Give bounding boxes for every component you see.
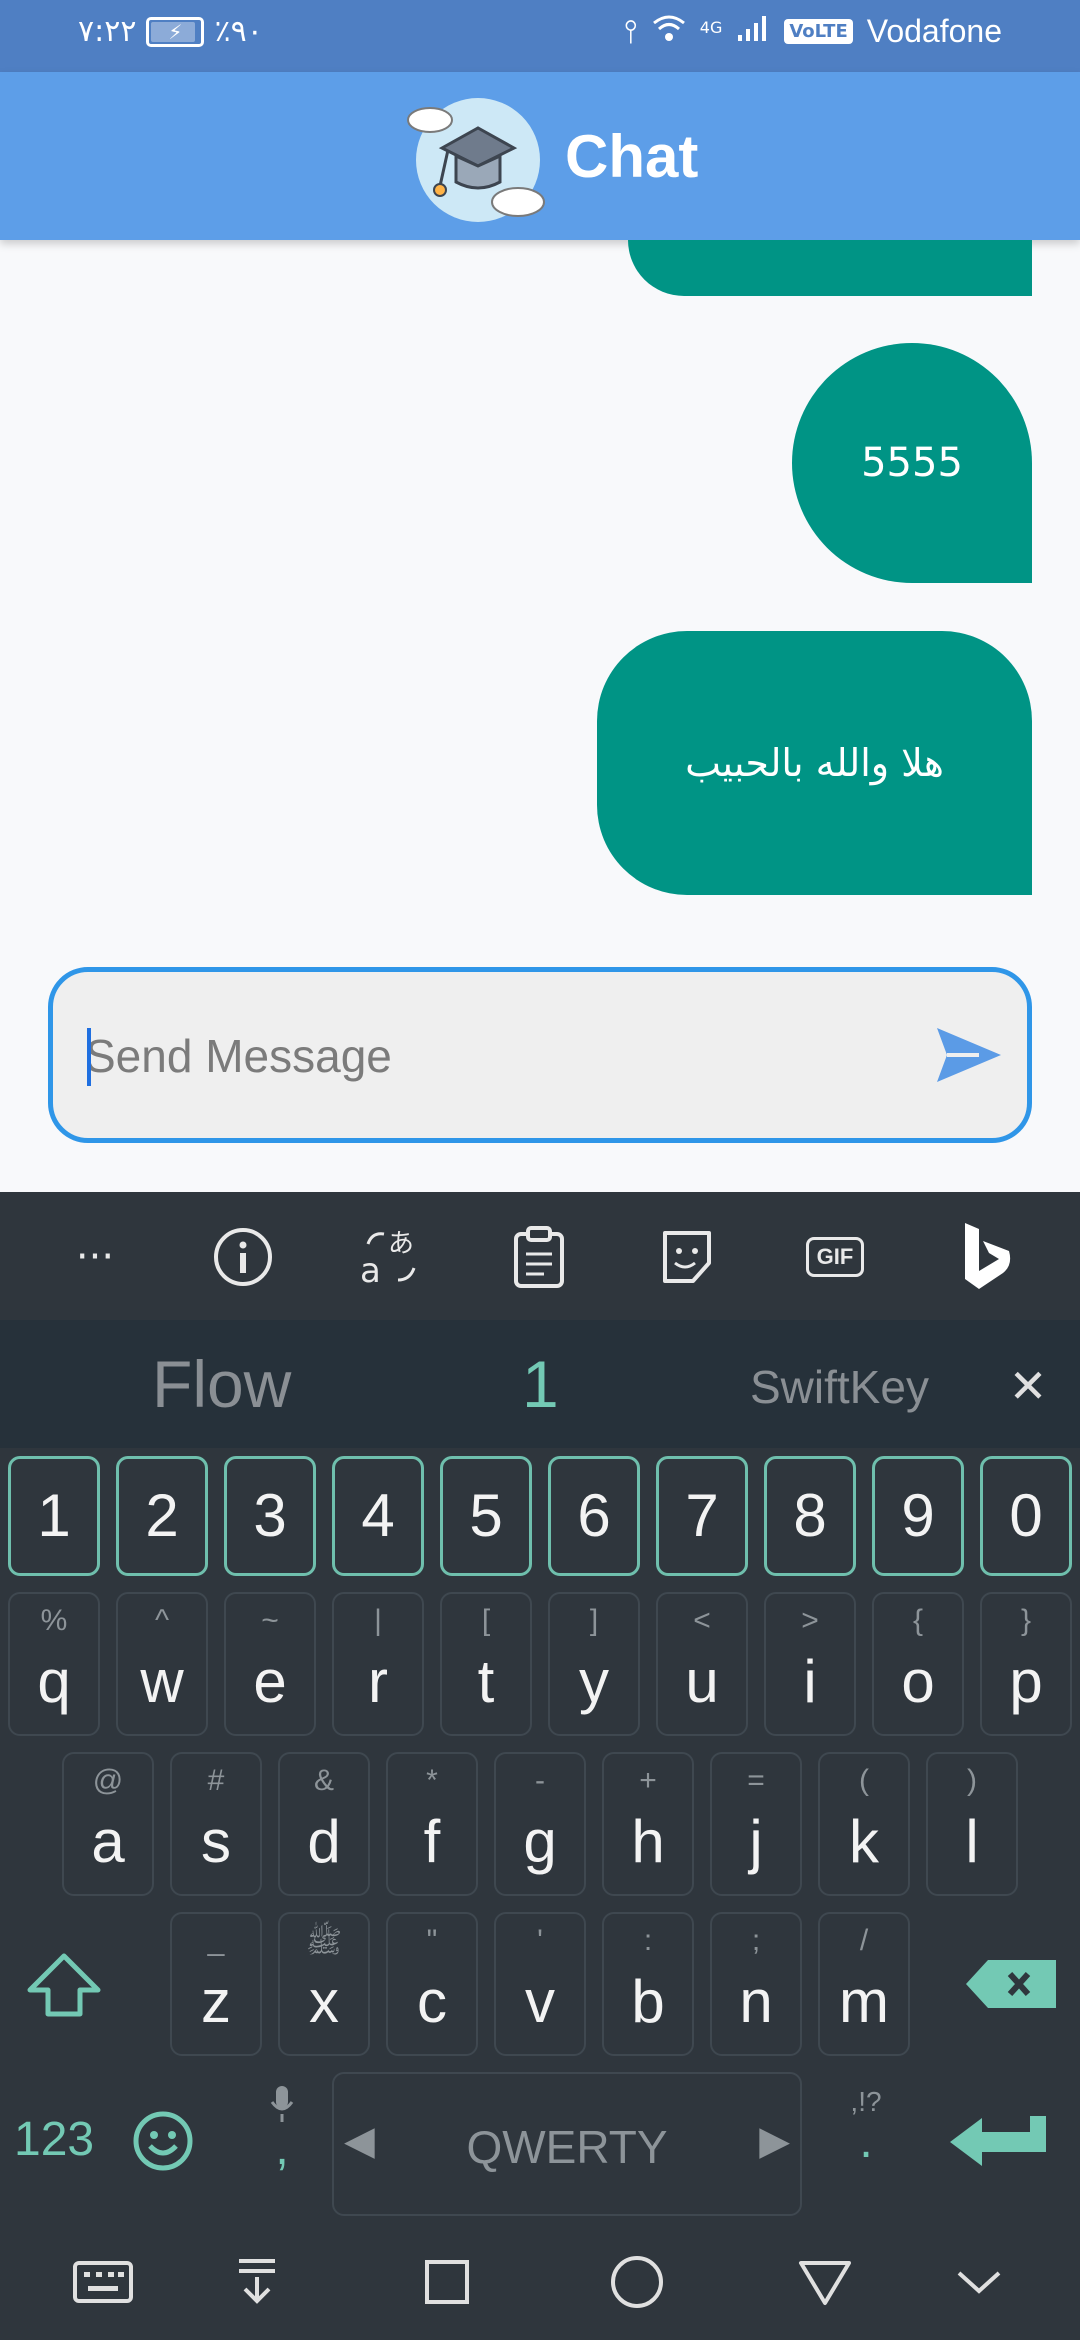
key-d[interactable]: & d [278, 1752, 370, 1896]
key-k[interactable]: (k [818, 1752, 910, 1896]
message-composer[interactable] [48, 967, 1032, 1143]
message-text: هلا والله بالحبيب [685, 741, 944, 785]
key-h[interactable]: + h [602, 1752, 694, 1896]
suggestion-item[interactable]: SwiftKey [750, 1360, 929, 1414]
status-left: ٧:٢٢ ⚡ ٪٩٠ [78, 14, 263, 49]
bing-icon[interactable] [944, 1214, 1030, 1300]
message-input[interactable] [85, 1024, 905, 1088]
numeric-toggle-key[interactable]: 123 [14, 2112, 94, 2167]
status-bar: ٧:٢٢ ⚡ ٪٩٠ ⫯ 4G VoLTE Vodafone [0, 0, 1080, 72]
key-n[interactable]: ; n [710, 1912, 802, 2056]
key-r[interactable]: | r [332, 1592, 424, 1736]
volte-badge: VoLTE [784, 19, 853, 44]
key-4[interactable]: 4 [332, 1456, 424, 1576]
send-icon[interactable] [929, 1020, 1009, 1090]
comma-key[interactable]: , [256, 2084, 308, 2194]
key-l[interactable]: ) l [926, 1752, 1018, 1896]
recents-icon[interactable] [412, 2252, 482, 2312]
period-key[interactable]: ,!? . [836, 2086, 896, 2196]
period-sub-label: ,!? [850, 2086, 882, 2117]
suggestion-bar: Flow 1 SwiftKey ✕ [0, 1320, 1080, 1448]
message-bubble[interactable]: هلا والله بالحبيب [597, 631, 1032, 895]
usb-icon: ⫯ [623, 12, 638, 50]
sticker-icon[interactable] [644, 1214, 730, 1300]
gif-label: GIF [805, 1237, 865, 1277]
key-e[interactable]: ~ e [224, 1592, 316, 1736]
keyboard-toolbar: ··· aあ GIF [0, 1192, 1080, 1320]
back-icon[interactable] [790, 2252, 860, 2312]
home-icon[interactable] [602, 2252, 672, 2312]
key-t[interactable]: [t [440, 1592, 532, 1736]
collapse-icon[interactable] [944, 2252, 1014, 2312]
key-1[interactable]: 1 [8, 1456, 100, 1576]
key-6[interactable]: 6 [548, 1456, 640, 1576]
key-2[interactable]: 2 [116, 1456, 208, 1576]
key-g[interactable]: -g [494, 1752, 586, 1896]
space-bar[interactable]: ◀ QWERTY ▶ [332, 2072, 802, 2216]
info-icon[interactable] [200, 1214, 286, 1300]
key-m[interactable]: / m [818, 1912, 910, 2056]
period-label: . [859, 2115, 873, 2168]
chevron-right-icon: ▶ [759, 2119, 790, 2163]
emoji-icon[interactable] [132, 2110, 196, 2174]
key-x[interactable]: ﷺx [278, 1912, 370, 2056]
text-caret [87, 1028, 91, 1086]
key-s[interactable]: # s [170, 1752, 262, 1896]
comma-label: , [275, 2122, 289, 2175]
hide-keyboard-icon[interactable] [222, 2252, 292, 2312]
suggestion-item[interactable]: 1 [522, 1346, 559, 1422]
key-9[interactable]: 9 [872, 1456, 964, 1576]
key-z[interactable]: _ z [170, 1912, 262, 2056]
key-v[interactable]: ' v [494, 1912, 586, 2056]
key-0[interactable]: 0 [980, 1456, 1072, 1576]
shift-icon[interactable] [24, 1950, 116, 2030]
key-a[interactable]: @ a [62, 1752, 154, 1896]
app-title: Chat [565, 123, 699, 190]
key-j[interactable]: = j [710, 1752, 802, 1896]
space-label: QWERTY [466, 2121, 668, 2173]
signal-icon [736, 13, 770, 51]
clipboard-icon[interactable] [496, 1214, 582, 1300]
key-q[interactable]: % q [8, 1592, 100, 1736]
key-y[interactable]: ] y [548, 1592, 640, 1736]
suggestion-item[interactable]: Flow [152, 1346, 291, 1422]
key-c[interactable]: " c [386, 1912, 478, 2056]
key-u[interactable]: < u [656, 1592, 748, 1736]
battery-percent: ٪٩٠ [214, 14, 263, 49]
app-bar: Chat [0, 72, 1080, 240]
translate-icon[interactable]: aあ [348, 1214, 434, 1300]
key-o[interactable]: {o [872, 1592, 964, 1736]
key-5[interactable]: 5 [440, 1456, 532, 1576]
graduation-cap-cloud-icon [400, 90, 550, 228]
mic-icon [270, 2086, 294, 2122]
message-bubble[interactable]: 5555 [792, 343, 1032, 583]
key-f[interactable]: * f [386, 1752, 478, 1896]
status-right: ⫯ 4G VoLTE Vodafone [624, 12, 1002, 51]
navigation-bar [0, 2222, 1080, 2340]
enter-icon[interactable] [946, 2112, 1056, 2182]
key-b[interactable]: :b [602, 1912, 694, 2056]
more-icon[interactable]: ··· [52, 1214, 138, 1300]
close-icon[interactable]: ✕ [1006, 1363, 1050, 1409]
gif-icon[interactable]: GIF [792, 1214, 878, 1300]
keyboard-icon[interactable] [68, 2252, 138, 2312]
svg-text:あ: あ [388, 1229, 414, 1259]
status-time: ٧:٢٢ [78, 14, 137, 49]
battery-icon: ⚡ [146, 16, 205, 47]
carrier-name: Vodafone [866, 13, 1002, 49]
message-bubble-partial[interactable] [628, 240, 1032, 296]
key-i[interactable]: > i [764, 1592, 856, 1736]
message-text: 5555 [861, 440, 963, 486]
network-gen: 4G [699, 18, 723, 37]
key-3[interactable]: 3 [224, 1456, 316, 1576]
key-w[interactable]: ^ w [116, 1592, 208, 1736]
backspace-icon[interactable] [962, 1956, 1062, 2016]
svg-text:a: a [360, 1251, 381, 1290]
key-8[interactable]: 8 [764, 1456, 856, 1576]
key-p[interactable]: } p [980, 1592, 1072, 1736]
key-7[interactable]: 7 [656, 1456, 748, 1576]
wifi-icon [652, 13, 686, 51]
